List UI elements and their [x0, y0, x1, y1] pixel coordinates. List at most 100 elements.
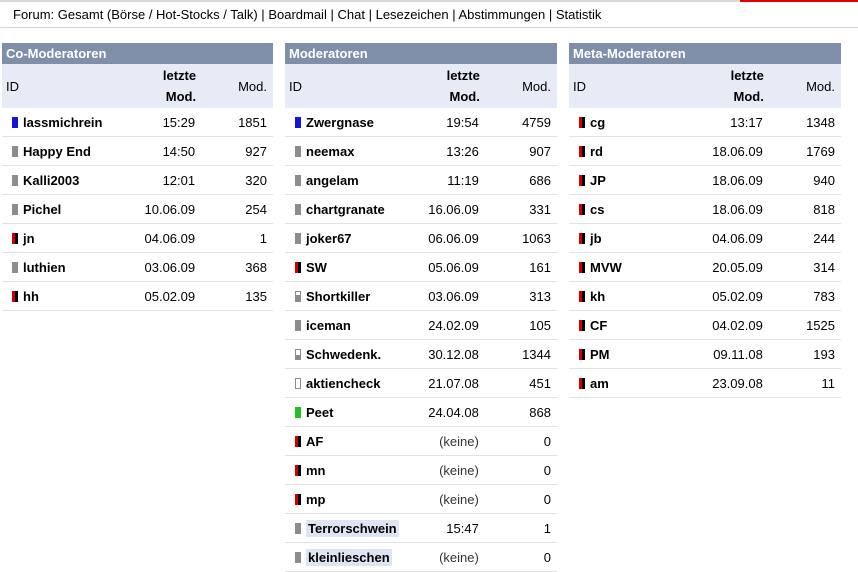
moderator-name-link[interactable]: JP — [590, 173, 606, 188]
forum-nav: Forum: Gesamt (Börse / Hot-Stocks / Talk… — [13, 7, 601, 22]
nav-link-statistik[interactable]: Statistik — [556, 7, 602, 22]
moderator-name-link[interactable]: jb — [590, 231, 602, 246]
status-indicator-icon — [295, 203, 301, 215]
header-id: ID — [569, 64, 689, 108]
table-row: Schwedenk. 30.12.08 1344 — [285, 339, 557, 369]
table-row: jb 04.06.09 244 — [569, 223, 841, 253]
co-moderatoren-panel: Co-Moderatoren ID letzte Mod. Mod. lassmichre… — [2, 43, 273, 311]
moderator-name-link[interactable]: PM — [590, 347, 610, 362]
last-mod-time: 11:19 — [404, 165, 481, 195]
moderator-cell: neemax — [285, 136, 405, 166]
status-indicator-icon — [295, 377, 301, 389]
status-indicator-icon — [295, 319, 301, 331]
moderator-name-link[interactable]: Zwergnase — [306, 115, 374, 130]
moderator-cell: Peet — [285, 397, 405, 427]
mod-count: 818 — [764, 194, 841, 224]
last-mod-time: 05.02.09 — [121, 281, 198, 311]
meta-moderatoren-panel: Meta-Moderatoren ID letzte Mod. Mod. cg 13:17 1… — [569, 43, 841, 398]
header-last-mod: letzte Mod. — [121, 64, 198, 108]
header-id: ID — [285, 64, 405, 108]
moderator-name-link[interactable]: cs — [590, 202, 604, 217]
last-mod-time: 14:50 — [121, 136, 198, 166]
moderator-name-link[interactable]: AF — [306, 434, 323, 449]
moderator-name-link[interactable]: chartgranate — [306, 202, 385, 217]
nav-link-gesamt[interactable]: Gesamt (Börse / Hot-Stocks / Talk) — [58, 7, 258, 22]
nav-link-lesezeichen[interactable]: Lesezeichen — [376, 7, 449, 22]
mod-count: 193 — [764, 339, 841, 369]
mod-count: 135 — [197, 281, 273, 311]
header-row: ID letzte Mod. Mod. — [285, 64, 557, 108]
moderator-name-link[interactable]: jn — [23, 231, 35, 246]
status-indicator-icon — [12, 232, 18, 244]
table-row: Shortkiller 03.06.09 313 — [285, 281, 557, 311]
moderator-cell: am — [569, 368, 689, 398]
moderator-name-link[interactable]: Terrorschwein — [306, 519, 399, 537]
last-mod-time: 18.06.09 — [688, 165, 765, 195]
mod-count: 331 — [480, 194, 557, 224]
last-mod-time: 05.06.09 — [404, 252, 481, 282]
nav-separator: | — [368, 7, 372, 22]
moderator-name-link[interactable]: Happy End — [23, 144, 91, 159]
moderator-cell: AF — [285, 426, 405, 456]
status-indicator-icon — [295, 145, 301, 157]
status-indicator-icon — [295, 261, 301, 273]
moderator-name-link[interactable]: luthien — [23, 260, 66, 275]
moderator-cell: mp — [285, 484, 405, 514]
status-indicator-icon — [579, 116, 585, 128]
moderator-name-link[interactable]: iceman — [306, 318, 351, 333]
moderator-name-link[interactable]: Pichel — [23, 202, 61, 217]
mod-count: 0 — [480, 484, 557, 514]
table-body: Zwergnase 19:54 4759 neemax 13:26 907 angelam 1… — [285, 108, 557, 572]
moderator-name-link[interactable]: mn — [306, 463, 326, 478]
last-mod-time: 20.05.09 — [688, 252, 765, 282]
moderator-cell: mn — [285, 455, 405, 485]
moderator-name-link[interactable]: joker67 — [306, 231, 352, 246]
nav-link-boardmail[interactable]: Boardmail — [268, 7, 327, 22]
table-row: Peet 24.04.08 868 — [285, 397, 557, 427]
moderator-cell: angelam — [285, 165, 405, 195]
moderator-cell: lassmichrein — [2, 108, 122, 137]
moderator-name-link[interactable]: SW — [306, 260, 327, 275]
nav-link-chat[interactable]: Chat — [337, 7, 364, 22]
moderator-name-link[interactable]: rd — [590, 144, 603, 159]
status-indicator-icon — [579, 377, 585, 389]
moderator-name-link[interactable]: mp — [306, 492, 326, 507]
moderator-name-link[interactable]: hh — [23, 289, 39, 304]
last-mod-time: 16.06.09 — [404, 194, 481, 224]
header-mod-count: Mod. — [480, 64, 557, 108]
moderator-name-link[interactable]: lassmichrein — [23, 115, 103, 130]
moderator-name-link[interactable]: am — [590, 376, 609, 391]
moderator-name-link[interactable]: Schwedenk. — [306, 347, 381, 362]
moderator-cell: jb — [569, 223, 689, 253]
moderator-name-link[interactable]: Peet — [306, 405, 333, 420]
mod-count: 907 — [480, 136, 557, 166]
table-row: aktiencheck 21.07.08 451 — [285, 368, 557, 398]
status-indicator-icon — [295, 522, 301, 534]
moderator-name-link[interactable]: aktiencheck — [306, 376, 380, 391]
header-id: ID — [2, 64, 122, 108]
table-row: cs 18.06.09 818 — [569, 194, 841, 224]
nav-prefix: Forum: — [13, 7, 55, 22]
moderator-cell: aktiencheck — [285, 368, 405, 398]
status-indicator-icon — [579, 145, 585, 157]
moderator-name-link[interactable]: CF — [590, 318, 607, 333]
moderator-name-link[interactable]: kh — [590, 289, 605, 304]
status-indicator-icon — [579, 174, 585, 186]
mod-count: 1 — [197, 223, 273, 253]
table-header: ID letzte Mod. Mod. — [285, 64, 557, 108]
moderator-name-link[interactable]: Kalli2003 — [23, 173, 79, 188]
moderator-name-link[interactable]: Shortkiller — [306, 289, 370, 304]
moderator-name-link[interactable]: kleinlieschen — [306, 548, 392, 566]
moderator-cell: Schwedenk. — [285, 339, 405, 369]
nav-link-abstimmungen[interactable]: Abstimmungen — [459, 7, 546, 22]
moderator-name-link[interactable]: MVW — [590, 260, 622, 275]
moderator-name-link[interactable]: angelam — [306, 173, 359, 188]
status-indicator-icon — [295, 116, 301, 128]
moderator-cell: chartgranate — [285, 194, 405, 224]
moderator-name-link[interactable]: neemax — [306, 144, 354, 159]
status-indicator-icon — [295, 493, 301, 505]
table-row: AF (keine) 0 — [285, 426, 557, 456]
moderator-name-link[interactable]: cg — [590, 115, 605, 130]
moderator-cell: Kalli2003 — [2, 165, 122, 195]
nav-separator: | — [330, 7, 334, 22]
